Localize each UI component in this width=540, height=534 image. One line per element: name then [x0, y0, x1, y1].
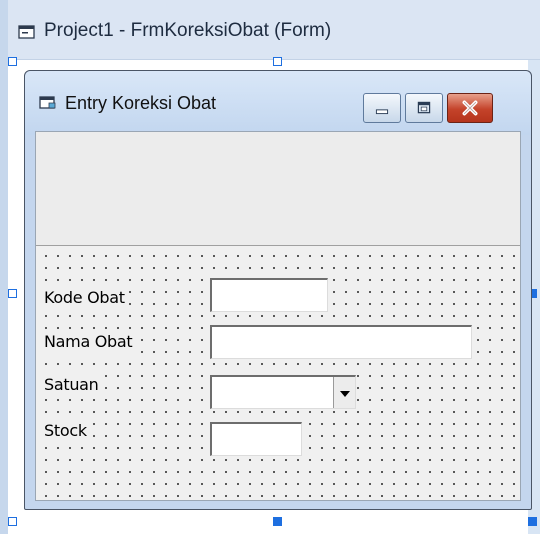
top-panel [36, 132, 520, 246]
designer-titlebar: Project1 - FrmKoreksiObat (Form) [8, 0, 540, 60]
maximize-icon [417, 101, 431, 114]
minimize-icon [375, 109, 389, 115]
label-stock: Stock [42, 419, 89, 442]
label-nama-obat: Nama Obat [42, 330, 135, 353]
form-icon [39, 96, 56, 109]
form-icon [18, 25, 35, 39]
nama-obat-input[interactable] [210, 325, 472, 359]
form-client-area: Kode Obat Nama Obat Satuan Stock [35, 131, 521, 501]
kode-obat-input[interactable] [210, 278, 328, 312]
resize-handle-bottom[interactable] [273, 517, 282, 526]
stock-input[interactable] [210, 422, 302, 456]
designer-border [0, 0, 8, 534]
close-icon [462, 100, 478, 116]
form-window: Entry Koreksi Obat Kode Obat Nama Obat S… [24, 70, 532, 510]
label-kode-obat: Kode Obat [42, 286, 127, 309]
resize-handle-top [273, 57, 282, 66]
form-title: Entry Koreksi Obat [65, 93, 217, 113]
satuan-dropdown-button[interactable] [333, 377, 355, 408]
form-titlebar[interactable]: Entry Koreksi Obat [25, 71, 531, 135]
label-satuan: Satuan [42, 373, 101, 396]
resize-handle-bottom-right[interactable] [528, 517, 537, 526]
maximize-button[interactable] [405, 93, 443, 123]
designer-title: Project1 - FrmKoreksiObat (Form) [44, 20, 332, 41]
satuan-combobox[interactable] [210, 375, 356, 409]
resize-handle-left [8, 289, 17, 298]
close-button[interactable] [447, 93, 493, 123]
vb6-form-designer: Project1 - FrmKoreksiObat (Form) Entry K… [0, 0, 540, 534]
minimize-button[interactable] [363, 93, 401, 123]
resize-handle-bottom-left [8, 517, 17, 526]
chevron-down-icon [340, 391, 350, 397]
resize-handle-top-left [8, 57, 17, 66]
